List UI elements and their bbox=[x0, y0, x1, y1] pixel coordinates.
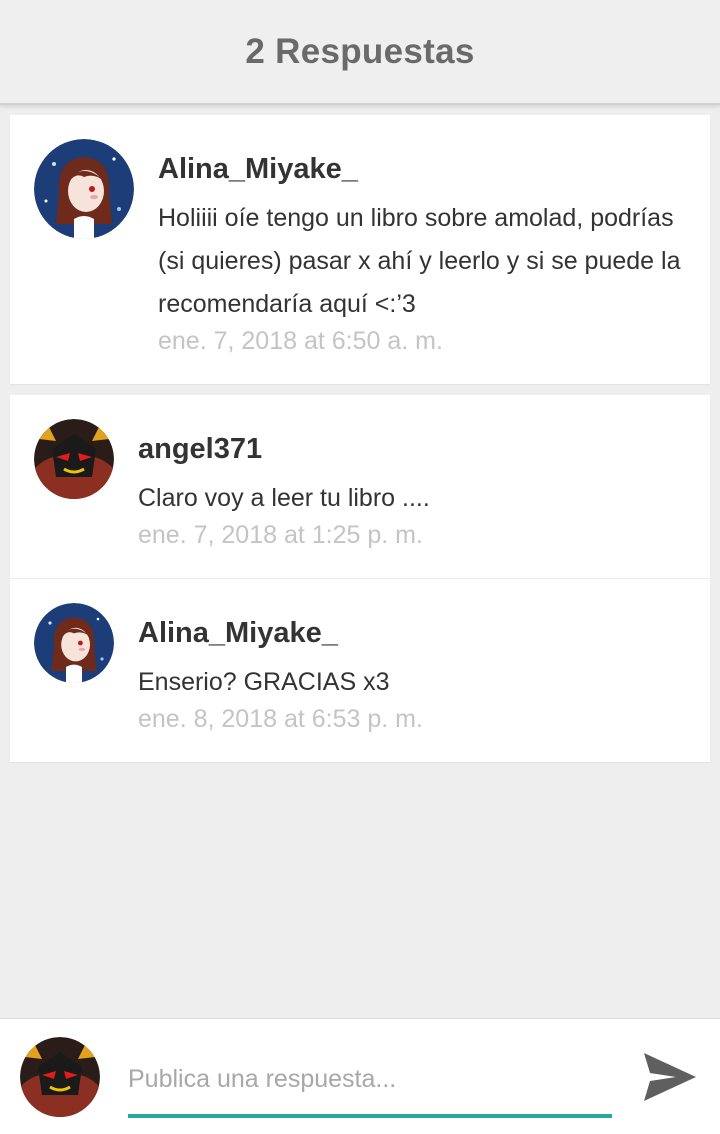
girl-avatar-icon[interactable] bbox=[34, 139, 134, 239]
page-title: 2 Respuestas bbox=[245, 31, 475, 71]
reply-composer bbox=[0, 1018, 720, 1134]
reply-timestamp: ene. 8, 2018 at 6:53 p. m. bbox=[138, 705, 423, 733]
input-underline bbox=[128, 1114, 612, 1118]
comment-timestamp: ene. 7, 2018 at 6:50 a. m. bbox=[158, 327, 443, 355]
reply-text: Enserio? GRACIAS x3 bbox=[138, 668, 390, 696]
comment-text: Holiiii oíe tengo un libro sobre amolad,… bbox=[158, 204, 681, 318]
villain-avatar-icon bbox=[20, 1037, 100, 1117]
reply-input[interactable] bbox=[128, 1059, 612, 1099]
send-icon[interactable] bbox=[640, 1047, 700, 1107]
girl-avatar-icon[interactable] bbox=[34, 603, 114, 683]
villain-avatar-icon[interactable] bbox=[34, 419, 114, 499]
reply-timestamp: ene. 7, 2018 at 1:25 p. m. bbox=[138, 521, 423, 549]
reply-divider bbox=[10, 578, 710, 579]
reply-text: Claro voy a leer tu libro .... bbox=[138, 484, 430, 512]
reply-author[interactable]: angel371 bbox=[138, 433, 262, 466]
comment-author[interactable]: Alina_Miyake_ bbox=[158, 153, 358, 186]
replies-card: angel371 Claro voy a leer tu libro .... … bbox=[10, 395, 710, 762]
top-bar: 2 Respuestas bbox=[0, 0, 720, 105]
reply-author[interactable]: Alina_Miyake_ bbox=[138, 617, 338, 650]
main-comment-card: Alina_Miyake_ Holiiii oíe tengo un libro… bbox=[10, 115, 710, 384]
